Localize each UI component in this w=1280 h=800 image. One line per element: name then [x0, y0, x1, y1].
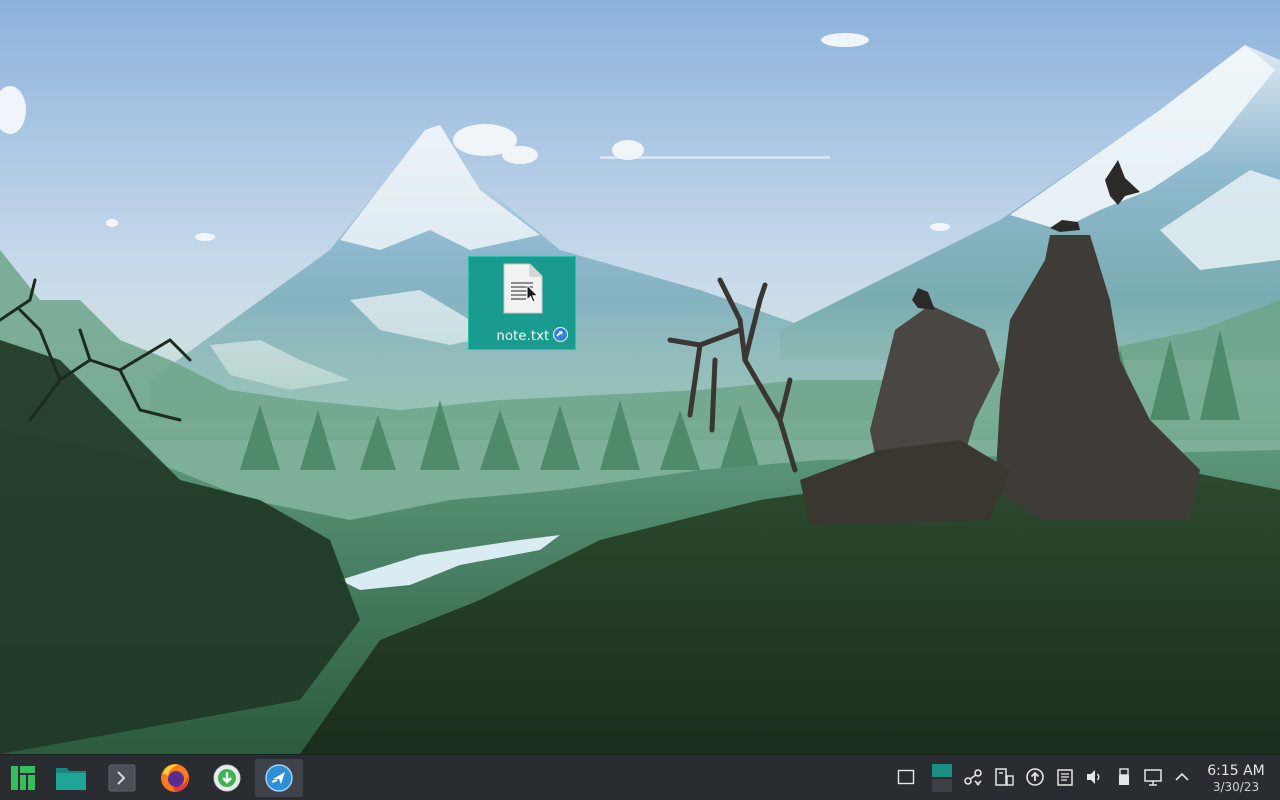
volume-button[interactable]	[1084, 767, 1104, 787]
tray-expand-icon	[1175, 772, 1189, 781]
tray-expand-button[interactable]	[1172, 767, 1192, 787]
clipboard-button[interactable]	[994, 767, 1014, 787]
usb-icon	[1119, 768, 1129, 785]
terminal-button[interactable]	[102, 759, 142, 797]
show-desktop-icon	[897, 769, 915, 785]
file-manager-button[interactable]	[50, 759, 92, 797]
software-updater-button[interactable]	[206, 759, 248, 797]
pager-button[interactable]	[932, 764, 952, 792]
clipboard-icon	[995, 768, 1014, 786]
application-menu-button[interactable]	[4, 759, 42, 797]
notes-button[interactable]	[1055, 767, 1075, 787]
usb-device-button[interactable]	[1114, 767, 1134, 787]
notes-icon	[1057, 769, 1073, 786]
connections-icon	[964, 769, 982, 786]
kde-connect-icon	[265, 764, 293, 792]
folder-icon	[56, 768, 86, 790]
volume-icon	[1087, 770, 1100, 784]
wallpaper-image	[0, 0, 1280, 754]
desktop-file-note-txt[interactable]: note.txt	[468, 256, 576, 350]
clock-date: 3/30/23	[1212, 780, 1260, 794]
show-desktop-button[interactable]	[896, 767, 916, 787]
download-icon	[213, 764, 241, 792]
network-button[interactable]	[1143, 767, 1163, 787]
terminal-icon	[108, 764, 136, 792]
pager-icon	[932, 764, 952, 792]
link-badge-icon	[553, 327, 568, 342]
digital-clock[interactable]: 6:15 AM 3/30/23	[1200, 763, 1272, 794]
manjaro-logo-icon	[11, 766, 35, 790]
taskbar: 6:15 AM 3/30/23	[0, 754, 1280, 800]
network-icon	[1144, 769, 1162, 786]
active-window-button[interactable]	[255, 759, 303, 797]
updates-button[interactable]	[1025, 767, 1045, 787]
desktop[interactable]: note.txt	[0, 0, 1280, 754]
updates-icon	[1026, 768, 1044, 786]
firefox-icon	[161, 764, 189, 792]
firefox-button[interactable]	[154, 759, 196, 797]
arrow-cursor	[526, 284, 539, 303]
clock-time: 6:15 AM	[1207, 763, 1265, 779]
connections-button[interactable]	[963, 767, 983, 787]
